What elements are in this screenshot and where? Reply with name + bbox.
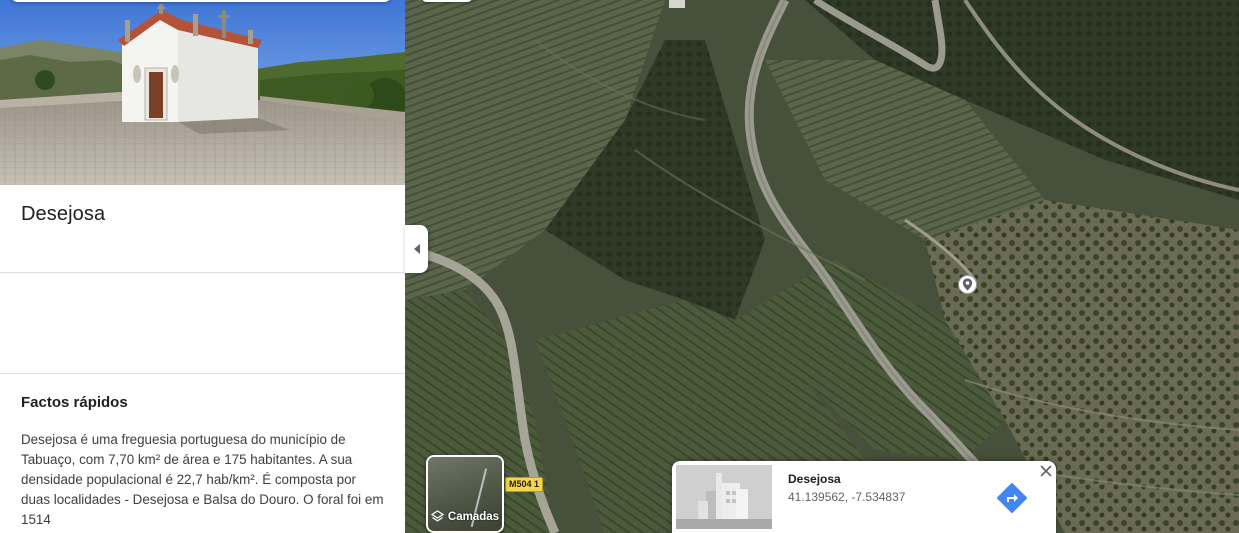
info-card-coordinates[interactable]: 41.139562, -7.534837: [788, 490, 905, 504]
directions-icon[interactable]: [995, 481, 1029, 515]
info-card-title: Desejosa: [788, 472, 841, 486]
chevron-left-icon: [413, 244, 420, 254]
place-title: Desejosa: [21, 203, 106, 225]
side-panel: Desejosa Factos rápidos Desejosa é uma f…: [0, 0, 405, 533]
quick-facts-text: Desejosa é uma freguesia portuguesa do m…: [21, 432, 384, 527]
satellite-map[interactable]: [405, 0, 1239, 533]
layers-label: Camadas: [447, 510, 500, 523]
road-shield: M504 1: [505, 477, 544, 492]
layers-button[interactable]: Camadas: [426, 455, 504, 533]
satellite-imagery: [405, 0, 1239, 533]
title-section: Desejosa: [0, 185, 405, 273]
chapel-photo: [0, 0, 405, 185]
search-bar-edge[interactable]: [10, 0, 392, 2]
quick-facts-heading: Factos rápidos: [21, 394, 128, 411]
actions-section: [0, 273, 405, 374]
location-info-card[interactable]: Desejosa 41.139562, -7.534837: [672, 461, 1056, 533]
layers-icon: [430, 510, 444, 522]
map-pin-icon[interactable]: [958, 275, 977, 294]
map-control-edge[interactable]: [421, 0, 473, 2]
close-icon[interactable]: [1038, 463, 1054, 479]
collapse-panel-button[interactable]: [405, 225, 428, 273]
building-placeholder-icon: [676, 465, 772, 529]
place-photo[interactable]: [0, 0, 405, 185]
quick-facts: Factos rápidos Desejosa é uma freguesia …: [0, 374, 405, 530]
street-view-thumbnail[interactable]: [676, 465, 772, 529]
